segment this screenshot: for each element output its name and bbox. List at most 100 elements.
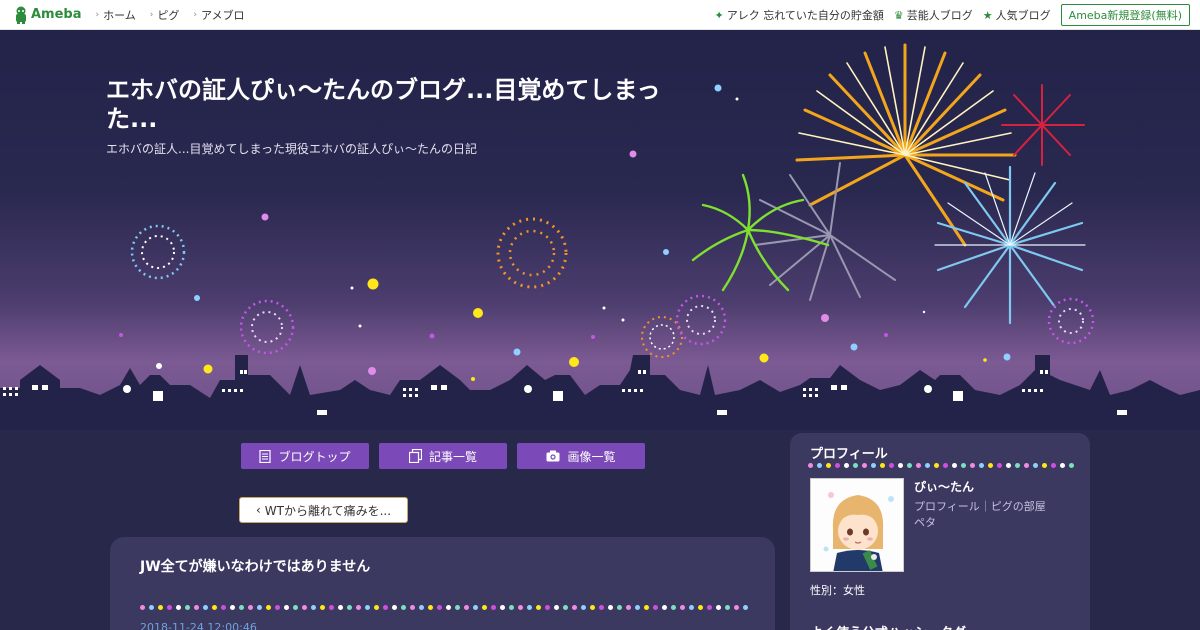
blog-description: エホバの証人...目覚めてしまった現役エホバの証人ぴぃ～たんの日記 — [106, 142, 477, 156]
divider-dot — [970, 463, 975, 468]
divider-dot — [437, 605, 442, 610]
tab-blog-top[interactable]: ブログトップ — [241, 443, 369, 469]
sparkle-icon: ✦ — [714, 8, 724, 22]
ring-firework-small-orange — [641, 316, 683, 358]
divider-dot — [1051, 463, 1056, 468]
divider-dot — [185, 605, 190, 610]
divider-dot — [934, 463, 939, 468]
divider-dot — [347, 605, 352, 610]
divider-dot — [1042, 463, 1047, 468]
divider-dot — [707, 605, 712, 610]
divider-dot — [572, 605, 577, 610]
divider-dot — [473, 605, 478, 610]
crown-icon: ♛ — [893, 8, 904, 22]
previous-article-link[interactable]: ‹ WTから離れて痛みを... — [239, 497, 408, 523]
divider-dot — [1024, 463, 1029, 468]
register-button[interactable]: Ameba新規登録(無料) — [1060, 4, 1190, 26]
celebrity-blog-label: 芸能人ブログ — [906, 9, 973, 22]
red-firework — [1001, 84, 1085, 166]
divider-dot — [221, 605, 226, 610]
divider-dot — [988, 463, 993, 468]
divider-dot — [743, 605, 748, 610]
nav-ameblo[interactable]: › アメブロ — [193, 7, 244, 23]
profile-name[interactable]: ぴぃ～たん — [914, 478, 974, 495]
divider-dot — [898, 463, 903, 468]
divider-dot — [482, 605, 487, 610]
celebrity-blog-link[interactable]: ♛ 芸能人ブログ — [894, 7, 973, 23]
divider-dot — [1033, 463, 1038, 468]
divider-dot — [293, 605, 298, 610]
right-nav: ✦ アレク 忘れていた自分の貯金額 ♛ 芸能人ブログ ★ 人気ブログ Ameba… — [715, 0, 1190, 30]
popular-blog-link[interactable]: ★ 人気ブログ — [983, 7, 1051, 23]
divider-dot — [176, 605, 181, 610]
ring-firework-blue — [130, 224, 186, 280]
profile-gender: 性別：女性 — [810, 584, 865, 597]
divider-dot — [284, 605, 289, 610]
divider-dot — [943, 463, 948, 468]
nav-pigg-label: ピグ — [157, 8, 180, 22]
divider-dot — [302, 605, 307, 610]
divider-dot — [167, 605, 172, 610]
divider-dot — [311, 605, 316, 610]
profile-link[interactable]: プロフィール — [914, 500, 980, 513]
avatar-illustration — [811, 479, 903, 571]
divider-dot — [734, 605, 739, 610]
article-date: 2018-11-24 12:00:46 — [140, 621, 257, 630]
divider-dot — [581, 605, 586, 610]
divider-dot — [212, 605, 217, 610]
divider-dot — [455, 605, 460, 610]
peta-link[interactable]: ペタ — [914, 514, 936, 530]
tab-image-list[interactable]: 画像一覧 — [517, 443, 645, 469]
article-title[interactable]: JW全てが嫌いなわけではありません — [140, 556, 370, 576]
divider-dot — [563, 605, 568, 610]
divider-dot — [392, 605, 397, 610]
tab-image-list-label: 画像一覧 — [567, 449, 616, 464]
chevron-left-icon: ‹ — [255, 503, 261, 517]
divider-dot — [844, 463, 849, 468]
ring-firework-purple — [239, 299, 295, 355]
star-icon: ★ — [982, 8, 993, 22]
divider-dot — [644, 605, 649, 610]
nav-home-label: ホーム — [103, 8, 136, 22]
nav-pigg[interactable]: › ピグ — [150, 7, 180, 23]
blog-title[interactable]: エホバの証人ぴぃ～たんのブログ...目覚めてしまった... — [106, 76, 686, 134]
ring-firework-orange — [496, 217, 568, 289]
tab-article-list[interactable]: 記事一覧 — [379, 443, 507, 469]
avatar[interactable] — [810, 478, 904, 572]
document-icon — [259, 449, 272, 463]
article-card: JW全てが嫌いなわけではありません 2018-11-24 12:00:46 — [110, 537, 775, 630]
divider-dot — [835, 463, 840, 468]
divider-dot — [871, 463, 876, 468]
divider-dot — [979, 463, 984, 468]
divider-dot — [680, 605, 685, 610]
ameba-logo[interactable]: Ameba — [14, 6, 82, 24]
nav-home[interactable]: › ホーム — [96, 7, 136, 23]
pigg-room-link[interactable]: ピグの部屋 — [991, 500, 1046, 513]
divider-dot — [590, 605, 595, 610]
divider-dot — [248, 605, 253, 610]
divider-dot — [140, 605, 145, 610]
large-firework — [795, 43, 1017, 247]
chevron-right-icon: › — [149, 9, 154, 20]
divider-dot — [491, 605, 496, 610]
divider-dot — [365, 605, 370, 610]
divider-dot — [257, 605, 262, 610]
divider-dot — [889, 463, 894, 468]
divider-dot — [716, 605, 721, 610]
divider-dot — [194, 605, 199, 610]
divider-dot — [608, 605, 613, 610]
divider-dot — [266, 605, 271, 610]
promo-link[interactable]: ✦ アレク 忘れていた自分の貯金額 — [715, 7, 884, 23]
tab-blog-top-label: ブログトップ — [278, 449, 351, 464]
divider-dot — [1006, 463, 1011, 468]
divider-dot — [149, 605, 154, 610]
divider-dot — [536, 605, 541, 610]
divider-dot — [329, 605, 334, 610]
divider-dot — [509, 605, 514, 610]
chevron-right-icon: › — [95, 9, 100, 20]
divider-dot — [626, 605, 631, 610]
divider-dot — [653, 605, 658, 610]
divider-dot — [635, 605, 640, 610]
divider-dot — [725, 605, 730, 610]
divider-dot — [464, 605, 469, 610]
